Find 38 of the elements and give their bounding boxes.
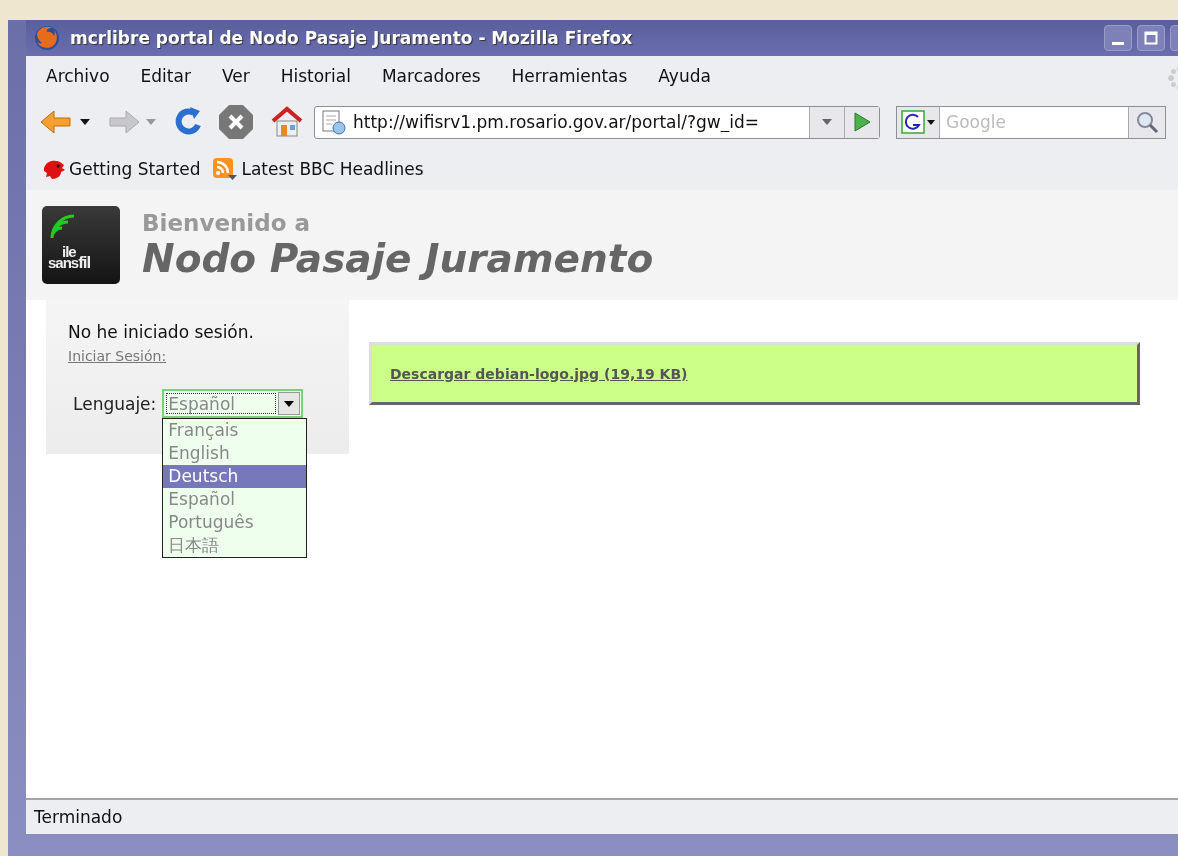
window-title: mcrlibre portal de Nodo Pasaje Juramento - Mozilla Firefox — [70, 28, 634, 48]
maximize-button[interactable] — [1137, 25, 1165, 51]
menu-item[interactable]: Herramientas — [511, 66, 643, 86]
go-button[interactable] — [844, 106, 879, 138]
dropdown-arrow-icon — [822, 119, 832, 125]
login-status-text: No he iniciado sesión. — [68, 322, 255, 342]
minimize-icon — [1112, 41, 1124, 45]
page-icon — [321, 109, 347, 135]
node-name-heading: Nodo Pasaje Juramento — [142, 235, 654, 281]
go-icon — [853, 112, 871, 132]
bookmark-link[interactable]: Latest BBC Headlines — [212, 157, 424, 181]
browser-logo-icon — [34, 25, 60, 51]
minimize-button[interactable] — [1104, 25, 1132, 51]
language-option[interactable]: Deutsch — [163, 465, 307, 488]
home-icon[interactable] — [270, 106, 304, 138]
maximize-icon — [1144, 31, 1158, 45]
language-option[interactable]: 日本語 — [163, 534, 307, 557]
url-text: http://wifisrv1.pm.rosario.gov.ar/portal/?gw_id= — [352, 112, 760, 132]
history-dropdown-button[interactable] — [809, 106, 844, 138]
menu-item[interactable]: Editar — [140, 66, 206, 86]
menu-item[interactable]: Ver — [221, 66, 265, 86]
menu-item[interactable]: Ayuda — [658, 66, 726, 86]
rss-feed-icon — [212, 157, 239, 181]
bookmark-link[interactable]: Getting Started — [42, 158, 201, 180]
status-text: Terminado — [26, 802, 1178, 832]
menu-item[interactable]: Historial — [280, 66, 366, 86]
download-link[interactable]: Descargar debian-logo.jpg (19,19 KB) — [390, 365, 688, 382]
dropdown-arrow-icon[interactable] — [80, 119, 90, 125]
welcome-text: Bienvenido a — [142, 209, 312, 236]
dropdown-arrow-icon — [284, 400, 295, 407]
stop-icon[interactable] — [218, 104, 254, 140]
menu-item[interactable]: Marcadores — [381, 66, 496, 86]
language-label: Lenguaje: — [73, 393, 157, 414]
address-bar[interactable]: http://wifisrv1.pm.rosario.gov.ar/portal/?gw_id= — [314, 105, 880, 139]
login-link[interactable]: Iniciar Sesión: — [68, 348, 167, 364]
language-option[interactable]: Français — [163, 419, 307, 442]
menu-item[interactable]: Archivo — [46, 66, 125, 86]
back-icon[interactable] — [40, 109, 74, 135]
